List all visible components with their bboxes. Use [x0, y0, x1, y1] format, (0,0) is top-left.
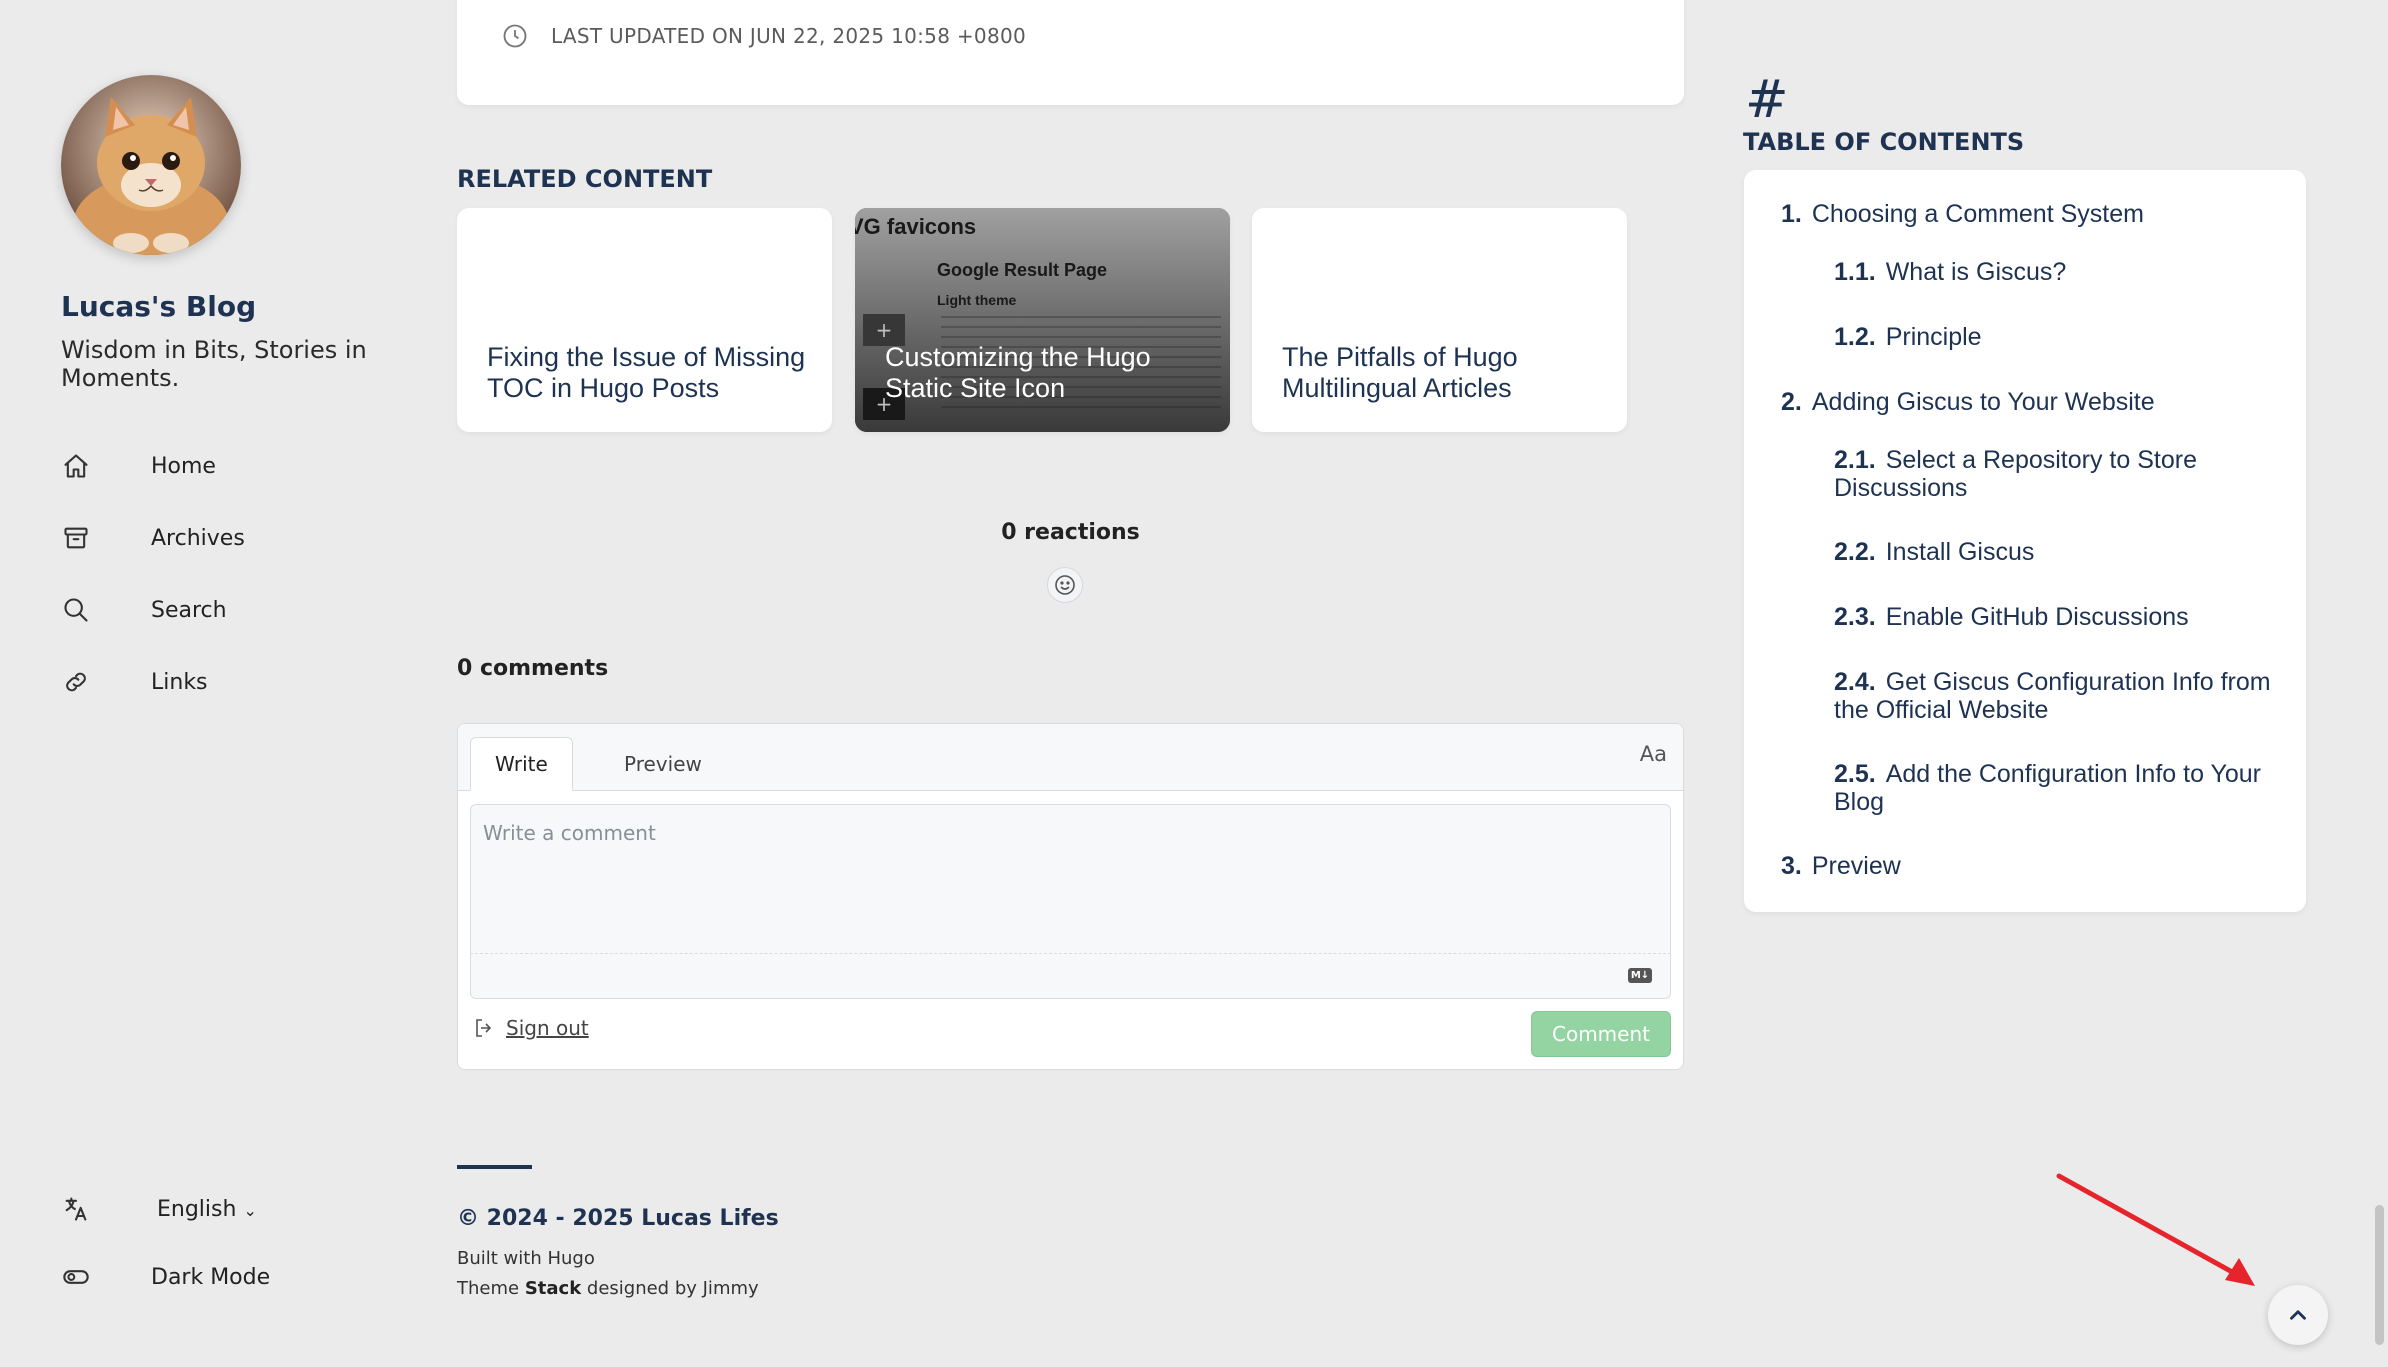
toc-item-number: 1.1.: [1834, 258, 1876, 286]
site-name[interactable]: Lucas's Blog: [61, 290, 256, 323]
last-updated: LAST UPDATED ON JUN 22, 2025 10:58 +0800: [501, 22, 1026, 50]
toc-item-label: Get Giscus Configuration Info from the O…: [1834, 668, 2271, 724]
related-card[interactable]: Fixing the Issue of Missing TOC in Hugo …: [457, 208, 832, 432]
language-switcher[interactable]: English ⌄: [61, 1175, 270, 1243]
toc-item-number: 1.: [1781, 200, 1802, 228]
toc-item-number: 2.: [1781, 388, 1802, 416]
toc-item-label: Enable GitHub Discussions: [1885, 603, 2189, 631]
toc-item-label: Principle: [1885, 323, 1982, 351]
toc-item[interactable]: 2.5. Add the Configuration Info to Your B…: [1834, 760, 2289, 816]
sidebar-item-search[interactable]: Search: [61, 574, 245, 646]
article-footer-card: LAST UPDATED ON JUN 22, 2025 10:58 +0800: [457, 0, 1684, 105]
toc-item[interactable]: 1. Choosing a Comment System: [1781, 200, 2144, 228]
site-description: Wisdom in Bits, Stories in Moments.: [61, 336, 367, 392]
related-card[interactable]: The Pitfalls of Hugo Multilingual Articl…: [1252, 208, 1627, 432]
toc-item[interactable]: 2.2. Install Giscus: [1834, 538, 2289, 566]
footer-divider: [457, 1165, 532, 1169]
toc-item-number: 2.4.: [1834, 668, 1876, 696]
toc-item-label: Install Giscus: [1885, 538, 2035, 566]
sidebar-item-label: Archives: [151, 525, 245, 551]
toc-item[interactable]: 2.4. Get Giscus Configuration Info from t…: [1834, 668, 2289, 724]
sign-out-icon: [476, 1019, 492, 1037]
clock-icon: [503, 24, 527, 48]
dark-mode-toggle[interactable]: Dark Mode: [61, 1243, 270, 1311]
toc-item-number: 2.2.: [1834, 538, 1876, 566]
scrollbar-thumb[interactable]: [2375, 1205, 2384, 1345]
chevron-up-icon: [2290, 1310, 2306, 1320]
add-reaction-button[interactable]: [1047, 567, 1083, 603]
reactions-count: 0 reactions: [1001, 520, 1140, 545]
sign-out-link[interactable]: Sign out: [472, 1016, 589, 1040]
toc-item[interactable]: 1.2. Principle: [1834, 323, 2289, 351]
sign-out-label: Sign out: [506, 1016, 589, 1040]
markdown-bar: M↓: [470, 954, 1671, 999]
back-to-top-button[interactable]: [2268, 1285, 2328, 1345]
footer-built-with[interactable]: Built with Hugo: [457, 1248, 595, 1269]
chevron-down-icon: ⌄: [243, 1200, 257, 1220]
sidebar-item-links[interactable]: Links: [61, 646, 245, 718]
page-scrollbar[interactable]: [2372, 0, 2388, 1367]
avatar[interactable]: [61, 75, 241, 255]
table-of-contents: 1. Choosing a Comment System 1.1. What is …: [1744, 170, 2306, 912]
annotation-arrow: [2056, 1173, 2255, 1286]
home-icon: [61, 451, 91, 481]
sidebar-item-label: Links: [151, 669, 208, 695]
toc-item-label: Preview: [1811, 852, 1901, 880]
search-icon: [61, 595, 91, 625]
toc-heading: TABLE OF CONTENTS: [1743, 128, 2025, 156]
link-icon: [61, 667, 91, 697]
archive-icon: [61, 523, 91, 553]
related-card-title[interactable]: The Pitfalls of Hugo Multilingual Articl…: [1282, 342, 1603, 404]
footer-copyright: © 2024 - 2025 Lucas Lifes: [457, 1206, 779, 1231]
sidebar-item-label: Search: [151, 597, 227, 623]
sidebar-item-label: Home: [151, 453, 216, 479]
language-select[interactable]: English ⌄: [157, 1197, 257, 1222]
toc-item-number: 2.5.: [1834, 760, 1876, 788]
footer-theme: Theme Stack designed by Jimmy: [457, 1278, 759, 1299]
sidebar-bottom-menu: English ⌄ Dark Mode: [61, 1175, 270, 1311]
toc-item[interactable]: 3. Preview: [1781, 852, 1901, 880]
theme-suffix: designed by Jimmy: [581, 1278, 759, 1299]
toc-item-label: Add the Configuration Info to Your Blog: [1834, 760, 2261, 816]
cat-avatar-image: [61, 75, 241, 255]
toggle-icon: [61, 1262, 91, 1292]
toc-item-number: 3.: [1781, 852, 1802, 880]
toc-item-label: Choosing a Comment System: [1811, 200, 2144, 228]
related-card-title[interactable]: Customizing the Hugo Static Site Icon: [885, 342, 1206, 404]
toc-item[interactable]: 2. Adding Giscus to Your Website: [1781, 388, 2155, 416]
comment-editor: Write Preview Aa M↓ Sign out Comment: [457, 723, 1684, 1070]
comment-editor-header: Write Preview Aa: [458, 724, 1683, 791]
toc-item[interactable]: 2.3. Enable GitHub Discussions: [1834, 603, 2289, 631]
comment-input[interactable]: [470, 804, 1671, 954]
toc-item-label: What is Giscus?: [1885, 258, 2067, 286]
sidebar-item-home[interactable]: Home: [61, 430, 245, 502]
last-updated-text: LAST UPDATED ON JUN 22, 2025 10:58 +0800: [551, 24, 1027, 48]
related-content-heading: RELATED CONTENT: [457, 165, 713, 193]
hash-icon: #: [1745, 70, 1789, 130]
comments-count: 0 comments: [457, 656, 609, 681]
theme-prefix: Theme: [457, 1278, 525, 1299]
markdown-icon[interactable]: M↓: [1628, 968, 1652, 983]
related-card[interactable]: VG favicons Google Result Page Light the…: [855, 208, 1230, 432]
toc-item[interactable]: 1.1. What is Giscus?: [1834, 258, 2289, 286]
tab-write[interactable]: Write: [470, 737, 573, 791]
sidebar-menu: Home Archives Search Links: [61, 430, 245, 718]
toc-item-number: 2.1.: [1834, 446, 1876, 474]
translate-icon: [61, 1194, 91, 1224]
toc-item[interactable]: 2.1. Select a Repository to Store Discuss…: [1834, 446, 2289, 502]
sidebar-item-archives[interactable]: Archives: [61, 502, 245, 574]
smiley-icon: [1055, 575, 1075, 595]
comment-submit-button[interactable]: Comment: [1531, 1011, 1671, 1057]
dark-mode-label: Dark Mode: [151, 1264, 271, 1290]
theme-name-link[interactable]: Stack: [525, 1278, 581, 1299]
toc-item-number: 2.3.: [1834, 603, 1876, 631]
language-label: English: [157, 1196, 237, 1222]
related-card-title[interactable]: Fixing the Issue of Missing TOC in Hugo …: [487, 342, 808, 404]
toc-item-label: Adding Giscus to Your Website: [1811, 388, 2155, 416]
formatting-toggle-button[interactable]: Aa: [1640, 742, 1667, 766]
toc-item-number: 1.2.: [1834, 323, 1876, 351]
toc-item-label: Select a Repository to Store Discussions: [1834, 446, 2197, 502]
tab-preview[interactable]: Preview: [600, 737, 726, 791]
